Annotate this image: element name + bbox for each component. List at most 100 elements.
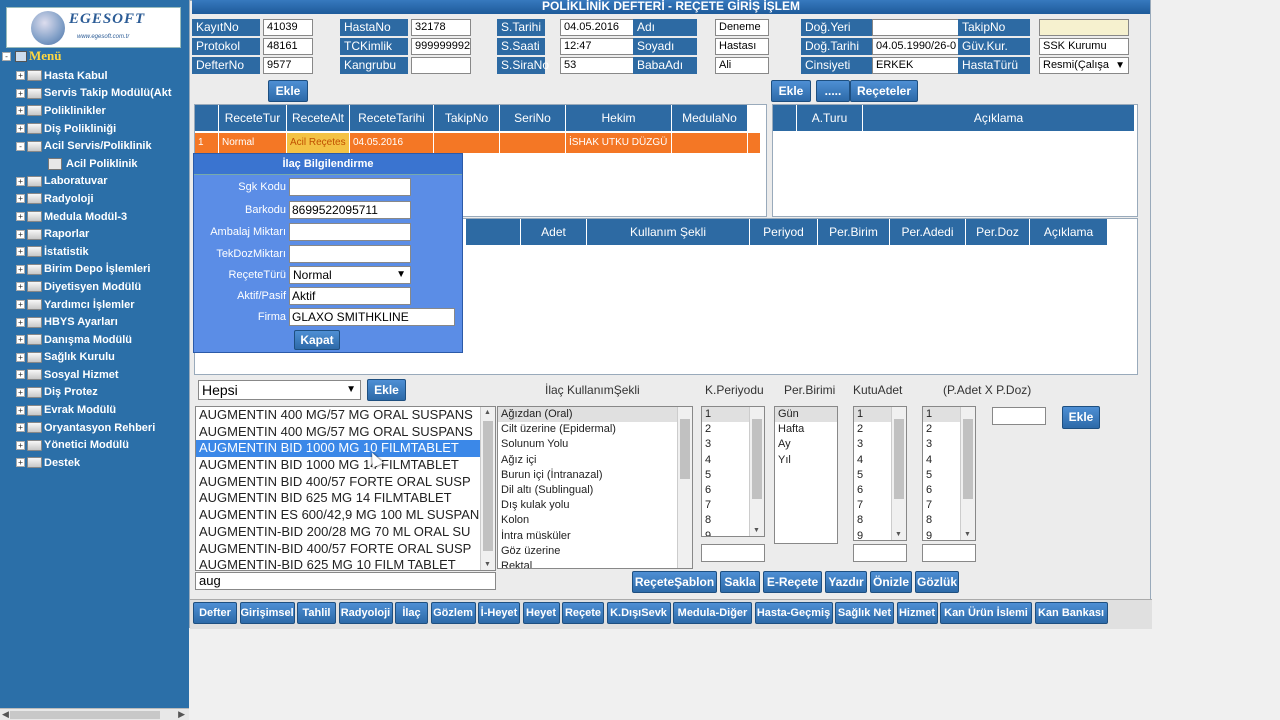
list-item[interactable]: Cilt üzerine (Epidermal) xyxy=(498,422,692,437)
bottom-button-12[interactable]: Sağlık Net xyxy=(835,602,894,624)
menu-item-4[interactable]: - Acil Servis/Poliklinik xyxy=(4,137,189,155)
grid-header[interactable]: Per.Birim xyxy=(818,219,890,245)
dialog-field[interactable]: GLAXO SMITHKLINE xyxy=(289,308,455,326)
dialog-field[interactable]: Aktif xyxy=(289,287,411,305)
list-item[interactable]: Göz üzerine xyxy=(498,544,692,559)
periyod-input[interactable] xyxy=(701,544,765,562)
expand-icon[interactable]: + xyxy=(16,229,25,239)
kutu-scrollbar[interactable]: ▼ xyxy=(891,407,906,540)
expand-icon[interactable]: + xyxy=(16,212,25,222)
action-button-3[interactable]: Yazdır xyxy=(825,571,867,593)
menu-item-12[interactable]: + Diyetisyen Modülü xyxy=(4,278,189,296)
filter-ekle-button[interactable]: Ekle xyxy=(367,379,406,401)
expand-icon[interactable]: + xyxy=(16,247,25,257)
receteler-button[interactable]: Reçeteler xyxy=(850,80,918,102)
grid-header[interactable]: ReceteAlt xyxy=(287,105,350,131)
form-field[interactable]: ERKEK xyxy=(872,57,971,74)
bottom-button-1[interactable]: Girişimsel xyxy=(239,602,295,624)
recete-ekle-button[interactable]: Ekle xyxy=(268,80,308,102)
scroll-up-icon[interactable]: ▲ xyxy=(484,409,491,416)
menu-item-6[interactable]: + Laboratuvar xyxy=(4,173,189,191)
menu-item-3[interactable]: + Diş Polikliniği xyxy=(4,120,189,138)
list-item[interactable]: Ağızdan (Oral) xyxy=(498,407,692,423)
collapse-icon[interactable]: - xyxy=(16,141,25,151)
kutu-list[interactable]: 123456789 ▼ xyxy=(853,406,907,541)
menu-item-2[interactable]: + Poliklinikler xyxy=(4,102,189,120)
form-field[interactable]: 9577 xyxy=(263,57,313,74)
menu-item-15[interactable]: + Danışma Modülü xyxy=(4,331,189,349)
form-field[interactable]: SSK Kurumu xyxy=(1039,38,1129,55)
scroll-thumb[interactable] xyxy=(680,419,690,479)
dialog-field[interactable] xyxy=(289,223,411,241)
grid-header[interactable]: Açıklama xyxy=(863,105,1135,131)
form-field[interactable]: 48161 xyxy=(263,38,313,55)
recete-row[interactable]: 1 Normal Acil Reçetes 04.05.2016 İSHAK UTKU … xyxy=(195,133,760,153)
menu-item-17[interactable]: + Sosyal Hizmet xyxy=(4,366,189,384)
form-field[interactable]: Hastası xyxy=(715,38,769,55)
scroll-thumb[interactable] xyxy=(752,419,762,499)
scroll-down-icon[interactable]: ▼ xyxy=(753,527,760,534)
list-item[interactable]: AUGMENTIN-BID 200/28 MG 70 ML ORAL SU xyxy=(196,524,495,541)
drug-list[interactable]: AUGMENTIN 400 MG/57 MG ORAL SUSPANS AUGME… xyxy=(195,406,496,571)
menu-item-10[interactable]: + İstatistik xyxy=(4,243,189,261)
grid-header[interactable]: Per.Adedi xyxy=(890,219,966,245)
menu-item-1[interactable]: + Servis Takip Modülü(Akt xyxy=(4,85,189,103)
grid-header[interactable]: Adet xyxy=(521,219,587,245)
form-field[interactable]: 04.05.1990/26-0 xyxy=(872,38,971,55)
aciklama-ekle-button[interactable]: Ekle xyxy=(771,80,811,102)
form-field[interactable] xyxy=(872,19,971,36)
action-button-2[interactable]: E-Reçete xyxy=(763,571,822,593)
form-field[interactable]: Ali xyxy=(715,57,769,74)
expand-icon[interactable]: + xyxy=(16,124,25,134)
expand-icon[interactable]: + xyxy=(16,317,25,327)
expand-icon[interactable]: + xyxy=(16,88,25,98)
list-item[interactable]: Ay xyxy=(775,437,837,452)
expand-icon[interactable]: + xyxy=(16,387,25,397)
filter-select[interactable]: Hepsi ▼ xyxy=(198,380,361,400)
expand-icon[interactable]: + xyxy=(16,194,25,204)
expand-icon[interactable]: + xyxy=(16,440,25,450)
bottom-button-15[interactable]: Kan Bankası xyxy=(1034,602,1108,624)
dropdown-arrow-icon[interactable]: ▼ xyxy=(346,381,356,399)
list-item[interactable]: Rektal xyxy=(498,559,692,568)
collapse-icon[interactable]: - xyxy=(2,51,11,61)
bottom-button-0[interactable]: Defter xyxy=(193,602,237,624)
expand-icon[interactable]: + xyxy=(16,176,25,186)
list-item[interactable]: AUGMENTIN ES 600/42,9 MG 100 ML SUSPAN xyxy=(196,507,495,524)
dialog-field[interactable] xyxy=(289,245,411,263)
grid-header[interactable] xyxy=(773,105,797,131)
drug-search-input[interactable]: aug xyxy=(195,572,496,590)
menu-item-18[interactable]: + Diş Protez xyxy=(4,384,189,402)
scroll-thumb[interactable] xyxy=(483,421,493,551)
form-field[interactable]: 41039 xyxy=(263,19,313,36)
bottom-button-6[interactable]: İ-Heyet xyxy=(478,602,520,624)
list-item[interactable]: Solunum Yolu xyxy=(498,437,692,452)
menu-item-14[interactable]: + HBYS Ayarları xyxy=(4,313,189,331)
bottom-button-7[interactable]: Heyet xyxy=(522,602,560,624)
list-item[interactable]: Burun içi (İntranazal) xyxy=(498,468,692,483)
bottom-button-10[interactable]: Medula-Diğer xyxy=(673,602,752,624)
grid-header[interactable]: Açıklama xyxy=(1030,219,1108,245)
menu-item-7[interactable]: + Radyoloji xyxy=(4,190,189,208)
grid-header[interactable]: Periyod xyxy=(750,219,818,245)
list-item[interactable]: AUGMENTIN 400 MG/57 MG ORAL SUSPANS xyxy=(196,424,495,441)
form-field[interactable]: 99999999285 xyxy=(411,38,471,55)
list-item[interactable]: AUGMENTIN BID 400/57 FORTE ORAL SUSP xyxy=(196,474,495,491)
expand-icon[interactable]: + xyxy=(16,282,25,292)
list-item[interactable]: AUGMENTIN 400 MG/57 MG ORAL SUSPANS xyxy=(196,407,495,424)
dialog-field[interactable] xyxy=(289,178,411,196)
dialog-field[interactable]: 8699522095711 xyxy=(289,201,411,219)
menu-item-13[interactable]: + Yardımcı İşlemler xyxy=(4,296,189,314)
list-item[interactable]: AUGMENTIN BID 625 MG 14 FILMTABLET xyxy=(196,490,495,507)
list-item[interactable]: Gün xyxy=(775,407,837,423)
scroll-left-icon[interactable]: ◀ xyxy=(2,709,9,720)
ilac-ekle-button[interactable]: Ekle xyxy=(1062,406,1100,429)
padet-list[interactable]: 123456789 ▼ xyxy=(922,406,976,541)
expand-icon[interactable]: + xyxy=(16,370,25,380)
scroll-thumb[interactable] xyxy=(894,419,904,499)
grid-header[interactable]: TakipNo xyxy=(434,105,500,131)
bottom-button-2[interactable]: Tahlil xyxy=(297,602,336,624)
list-item[interactable]: Ağız içi xyxy=(498,453,692,468)
action-button-0[interactable]: ReçeteŞablon xyxy=(632,571,717,593)
periyod-scrollbar[interactable]: ▼ xyxy=(749,407,764,536)
